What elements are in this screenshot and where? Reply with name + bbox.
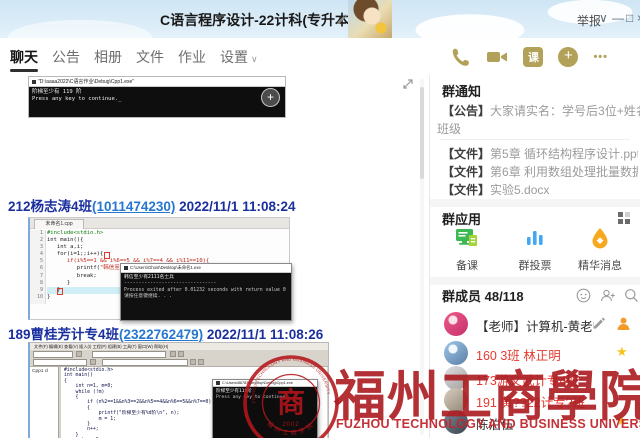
group-avatar[interactable] [348,0,392,38]
console-path: C:\Users\Ghost\Desktop\未命名1.exe [130,265,201,271]
sender-name: 189曹桂芳计专4班 [8,327,119,342]
exe-icon [32,80,36,84]
search-icon[interactable] [624,288,639,303]
console-output: Press any key to continue._ [32,96,282,103]
add-icon[interactable]: + [558,47,578,67]
message-time: 2022/11/1 11:08:24 [175,199,295,214]
chevron-down-icon: ∨ [251,54,258,64]
brace-match-highlight [57,288,63,295]
console-popup: C:\Users\Ghost\Desktop\未命名1.exe 韩信至少有211… [120,263,292,321]
avatar [444,341,468,365]
console-popup: C:\Users\86783\Desktop\Debug\Cpp1.exe 阶梯… [212,379,318,438]
tab-settings[interactable]: 设置∨ [220,47,258,67]
scrollbar [420,79,424,435]
tab-files[interactable]: 文件 [136,47,164,67]
zoom-in-icon[interactable]: + [261,88,280,107]
title-bar: C语言程序设计-22计科(专升本)3-4 举报 ∨ — □ × [0,0,640,38]
exe-icon [216,381,220,385]
message-image-vc6[interactable]: 文件(F) 编辑(E) 查看(V) 插入(I) 工程(P) 组建(B) 工具(T… [28,342,329,438]
console-path: C:\Users\86783\Desktop\Debug\Cpp1.exe [222,381,293,385]
divider [440,139,630,140]
editor-tab: 未命名1.cpp [34,219,84,229]
sender-name: 212杨志涛4班 [8,199,92,214]
console-output: 请按任意键继续. . . [124,294,288,300]
member-row[interactable]: 陈泊伍 ★ [440,409,636,435]
member-row[interactable]: 160 3班 林正明 ★ [440,340,636,366]
avatar [444,410,468,434]
app-group-vote[interactable]: 群投票 [511,227,559,273]
console-output: Press any key to continue [216,395,314,401]
owner-badge-icon [616,316,631,331]
sender-qq-link[interactable]: (1011474230) [92,199,175,214]
video-call-icon[interactable] [486,47,508,67]
file-item[interactable]: 【文件】实验5.docx [442,181,638,199]
member-name: 160 3班 林正明 [476,345,561,364]
course-icon[interactable]: 课 [523,47,543,67]
app-essence-messages[interactable]: 精华消息 [576,227,624,273]
section-separator [430,277,640,285]
message-image-console[interactable]: "D:\aaaa2022\C语言作业\Debug\Cpp1.exe" 阶梯至少有… [28,76,286,118]
lesson-prep-icon [455,227,479,249]
level-star-icon: ★ [616,344,628,360]
group-sidebar: 群通知 【公告】大家请实名：学号后3位+姓名+ 班级 【文件】第5章 循环结构程… [430,75,640,438]
tab-chat[interactable]: 聊天 [10,47,38,67]
announcement-item-line2: 班级 [437,120,461,137]
vc6-menu-bar: 文件(F) 编辑(E) 查看(V) 插入(I) 工程(P) 组建(B) 工具(T… [30,343,328,350]
message-sender: 189曹桂芳计专4班(2322762479) 2022/11/1 11:08:2… [8,323,323,343]
add-member-icon[interactable] [600,288,616,303]
file-item[interactable]: 【文件】第5章 循环结构程序设计.pptx [442,145,638,163]
scrollbar-thumb[interactable] [420,87,424,179]
line-numbers: 1 2 3 4 5 6 7 8 9 10 [30,230,46,304]
group-notice-title: 群通知 [442,81,481,100]
sender-qq-link[interactable]: (2322762479) [119,327,203,342]
group-apps-title: 群应用 [442,209,481,228]
message-image-ide[interactable]: 未命名1.cpp 1 2 3 4 5 6 7 8 9 10 #include<s… [28,217,290,320]
qq-group-chat-window: C语言程序设计-22计科(专升本)3-4 举报 ∨ — □ × 聊天 公告 相册… [0,0,640,438]
message-sender: 212杨志涛4班(1011474230) 2022/11/1 11:08:24 [8,195,295,215]
apps-grid-icon[interactable] [618,212,630,224]
announcement-item[interactable]: 【公告】大家请实名：学号后3位+姓名+ [442,102,640,120]
essence-drop-icon [588,227,612,249]
section-separator [430,199,640,207]
avatar [444,312,468,336]
member-name: 陈泊伍 [476,414,514,433]
tab-homework[interactable]: 作业 [178,47,206,67]
tab-bar: 聊天 公告 相册 文件 作业 设置∨ 课 + ••• [0,38,640,76]
report-button[interactable]: 举报 [577,12,601,29]
tab-album[interactable]: 相册 [94,47,122,67]
exe-icon [124,266,128,270]
vc6-toolbar [30,350,328,367]
brace-match-highlight [104,252,110,259]
member-name: 【老师】计算机-黄老师 [476,316,594,335]
minimize-icon[interactable]: — [612,11,624,25]
app-lesson-prep[interactable]: 备课 [443,227,491,273]
chat-history: "D:\aaaa2022\C语言作业\Debug\Cpp1.exe" 阶梯至少有… [0,75,429,438]
member-row[interactable]: 【老师】计算机-黄老师 [440,311,636,337]
collapse-sidebar-icon[interactable] [401,78,414,91]
console-path: "D:\aaaa2022\C语言作业\Debug\Cpp1.exe" [38,78,134,85]
active-tab-underline [10,69,38,72]
level-star-icon: ★ [616,413,628,429]
anonymous-chat-icon[interactable] [576,288,591,303]
maximize-icon[interactable]: □ [626,11,633,25]
vote-chart-icon [523,227,547,249]
more-icon[interactable]: ••• [593,51,608,63]
edit-card-icon[interactable] [592,316,605,329]
tab-announcements[interactable]: 公告 [52,47,80,67]
vc6-workspace-pane: Cpp1 cl [30,367,59,438]
phone-call-icon[interactable] [451,47,471,67]
group-members-title: 群成员 48/118 [442,286,524,305]
message-time: 2022/11/1 11:08:26 [203,327,323,342]
titlebar-chevron-icon[interactable]: ∨ [599,11,608,25]
file-item[interactable]: 【文件】第6章 利用数组处理批量数据.p... [442,163,638,181]
console-output: 阶梯至少有 119 阶 [32,89,282,96]
edit-title-icon[interactable] [336,13,347,24]
